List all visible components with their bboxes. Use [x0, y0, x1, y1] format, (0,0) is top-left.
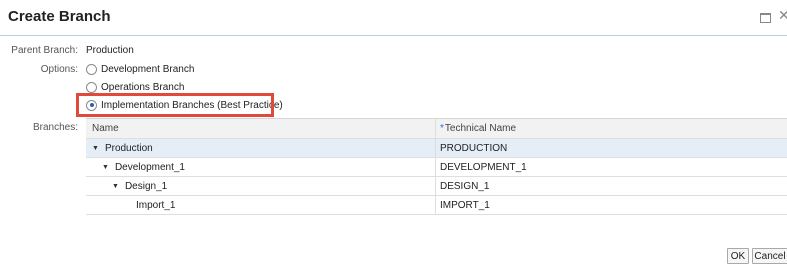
radio-button[interactable]	[86, 63, 97, 75]
table-row[interactable]: Import_1 IMPORT_1	[86, 196, 787, 215]
create-branch-dialog: Create Branch ✕ Parent Branch: Productio…	[0, 0, 787, 268]
parent-branch-label: Parent Branch:	[11, 45, 78, 56]
expand-triangle-icon[interactable]: ▼	[102, 164, 109, 171]
option-development-branch[interactable]: Development Branch	[86, 61, 194, 77]
branches-table: Name * Technical Name ▼ Production PRODU…	[86, 118, 787, 215]
dialog-title: Create Branch	[8, 8, 111, 25]
highlight-annotation	[76, 93, 274, 117]
ok-button[interactable]: OK	[727, 248, 749, 264]
cancel-button[interactable]: Cancel	[752, 248, 787, 264]
expand-triangle-icon[interactable]: ▼	[92, 145, 99, 152]
column-header-technical-name[interactable]: * Technical Name	[436, 119, 787, 138]
option-label: Operations Branch	[101, 81, 185, 93]
dialog-title-bar: Create Branch ✕	[0, 0, 787, 36]
branch-technical-name: DEVELOPMENT_1	[440, 161, 527, 173]
option-label: Development Branch	[101, 63, 195, 75]
table-row[interactable]: ▼ Production PRODUCTION	[86, 139, 787, 158]
branch-name: Import_1	[136, 199, 176, 211]
branch-name: Design_1	[124, 180, 168, 192]
branches-label: Branches:	[32, 122, 78, 133]
close-icon[interactable]: ✕	[778, 8, 787, 22]
branch-name: Production	[104, 142, 153, 154]
table-row[interactable]: ▼ Design_1 DESIGN_1	[86, 177, 787, 196]
parent-branch-value: Production	[86, 45, 134, 56]
column-header-name[interactable]: Name	[86, 119, 436, 138]
branch-name: Development_1	[114, 161, 185, 173]
required-marker: *	[440, 123, 444, 134]
table-header-row: Name * Technical Name	[86, 119, 787, 139]
radio-button[interactable]	[86, 81, 97, 93]
options-label: Options:	[40, 64, 78, 75]
branch-technical-name: DESIGN_1	[440, 180, 490, 192]
branch-technical-name: PRODUCTION	[440, 142, 508, 154]
expand-triangle-icon[interactable]: ▼	[112, 183, 119, 190]
restore-window-icon[interactable]	[760, 13, 771, 23]
table-row[interactable]: ▼ Development_1 DEVELOPMENT_1	[86, 158, 787, 177]
branch-technical-name: IMPORT_1	[440, 199, 490, 211]
